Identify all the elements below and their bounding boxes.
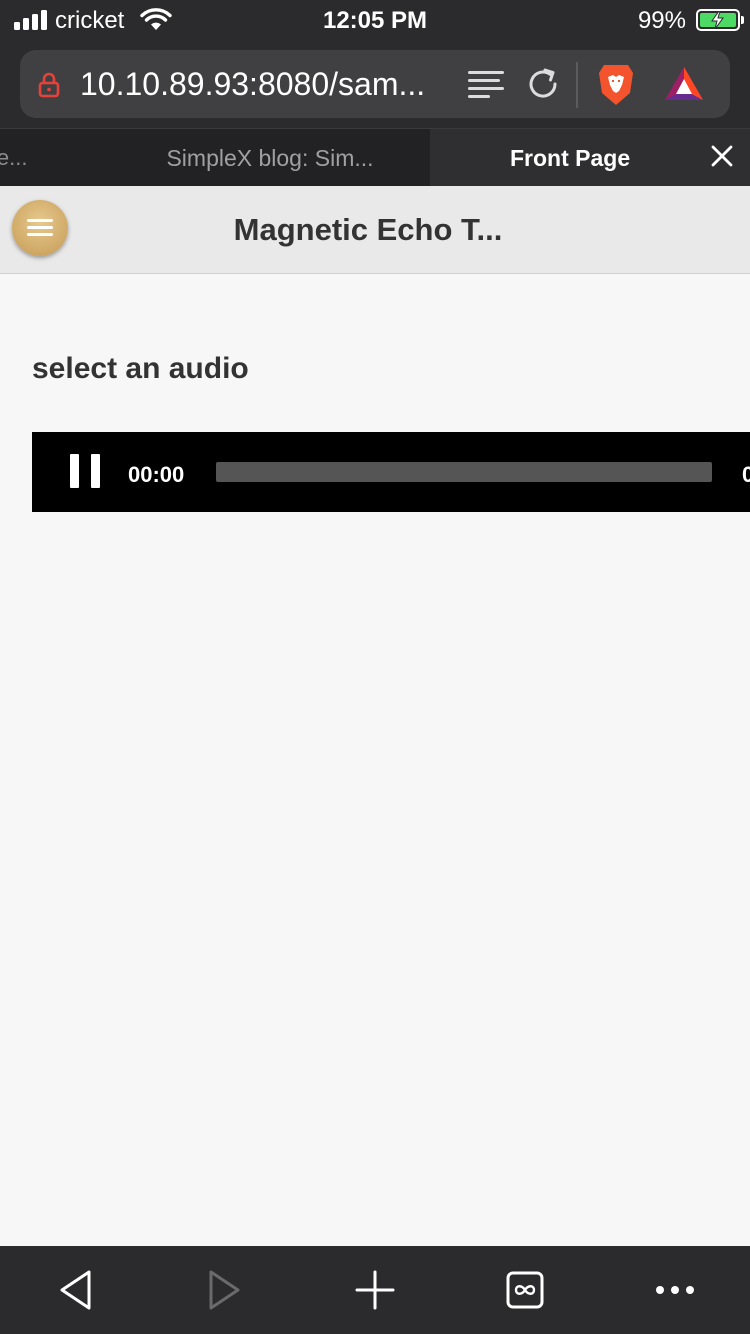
status-bar: cricket 12:05 PM 99% xyxy=(0,0,750,42)
forward-icon[interactable] xyxy=(204,1268,244,1312)
page-title: Magnetic Echo T... xyxy=(233,212,503,247)
brave-shields-icon[interactable] xyxy=(596,63,636,107)
pause-button[interactable] xyxy=(70,454,100,488)
tabs-icon[interactable] xyxy=(505,1268,545,1312)
url-text[interactable]: 10.10.89.93:8080/sam... xyxy=(80,66,460,103)
browser-toolbar: 10.10.89.93:8080/sam... xyxy=(0,42,750,128)
close-icon[interactable] xyxy=(710,144,734,168)
tab-front-page[interactable]: Front Page xyxy=(430,129,750,186)
progress-slider[interactable] xyxy=(216,462,712,482)
content-heading: select an audio xyxy=(32,352,249,385)
bottom-toolbar xyxy=(0,1246,750,1334)
reload-icon[interactable] xyxy=(525,66,561,102)
reader-mode-icon[interactable] xyxy=(466,67,506,103)
tab-partial[interactable]: le... xyxy=(0,129,110,186)
url-bar-divider xyxy=(576,62,578,108)
url-bar[interactable]: 10.10.89.93:8080/sam... xyxy=(20,50,730,118)
pause-icon xyxy=(70,454,79,488)
tab-simplex-blog[interactable]: SimpleX blog: Sim... xyxy=(110,129,430,186)
brave-rewards-icon[interactable] xyxy=(663,65,705,103)
duration-time: 0 xyxy=(742,462,750,487)
battery-icon xyxy=(696,9,744,31)
tab-strip: le... SimpleX blog: Sim... Front Page xyxy=(0,128,750,186)
new-tab-icon[interactable] xyxy=(355,1268,395,1312)
current-time: 00:00 xyxy=(128,462,185,487)
lock-icon[interactable] xyxy=(38,72,60,98)
back-icon[interactable] xyxy=(56,1268,96,1312)
audio-player[interactable]: 00:00 0 xyxy=(32,432,750,512)
charging-bolt-icon xyxy=(711,11,724,29)
battery-percent: 99% xyxy=(637,7,686,34)
more-icon[interactable] xyxy=(655,1268,695,1312)
tab-front-page-label: Front Page xyxy=(510,145,631,171)
page-header: Magnetic Echo T... xyxy=(0,186,750,274)
